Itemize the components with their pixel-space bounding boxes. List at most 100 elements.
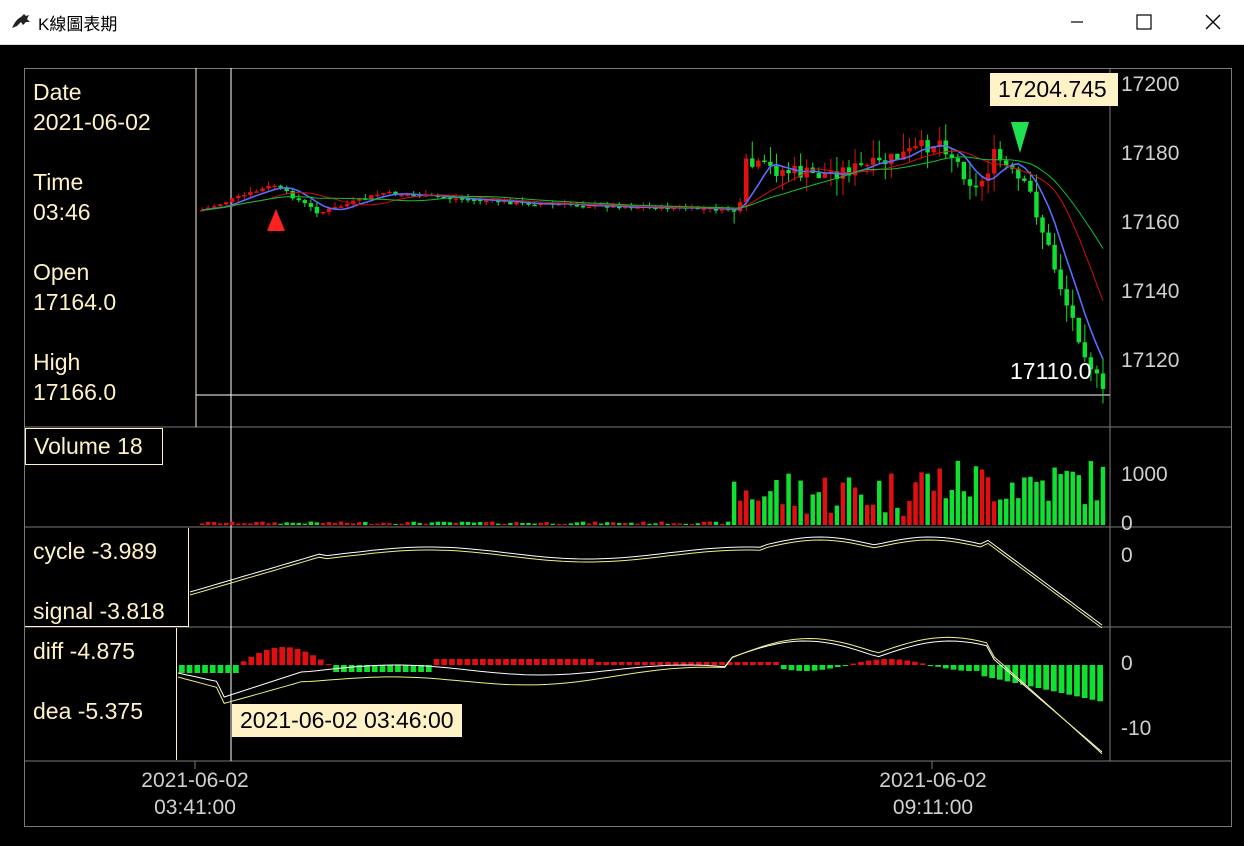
volume-bar <box>997 499 1003 525</box>
macd-bar <box>873 659 880 665</box>
signal-label: signal -3.818 <box>33 598 165 624</box>
volume-bar <box>230 521 235 525</box>
info-high: High 17166.0 <box>33 347 116 407</box>
sell-signal-marker[interactable] <box>1011 122 1029 153</box>
macd-bar <box>1035 665 1042 688</box>
candle-body <box>919 140 924 147</box>
volume-bar <box>858 494 864 525</box>
volume-bar <box>483 522 489 525</box>
volume-bar <box>592 521 598 525</box>
macd-bar <box>595 662 602 665</box>
volume-bar <box>877 480 882 525</box>
volume-bar <box>635 523 640 525</box>
cycle-info-box: cycle -3.989 signal -3.818 <box>25 528 189 627</box>
candle-body <box>211 206 217 208</box>
macd-bar <box>557 659 563 665</box>
volume-bar <box>357 522 362 525</box>
candle-body <box>302 200 308 204</box>
volume-bar <box>1028 476 1033 525</box>
candle-body <box>236 195 241 199</box>
macd-bar <box>912 661 918 665</box>
candle-body <box>889 153 894 165</box>
candle-body <box>223 202 229 205</box>
volume-bar <box>695 523 701 525</box>
kline-chart-canvas[interactable] <box>0 45 1244 846</box>
info-high-value: 17166.0 <box>33 379 117 405</box>
macd-bar <box>696 662 702 665</box>
macd-bar <box>395 665 401 672</box>
macd-bar <box>888 659 895 665</box>
macd-bar <box>240 661 247 665</box>
macd-bar <box>402 665 409 672</box>
volume-bar <box>411 521 416 525</box>
macd-bar <box>703 662 710 665</box>
macd-bar <box>672 662 679 665</box>
macd-bar <box>233 665 239 673</box>
info-date-label: Date <box>33 79 82 105</box>
volume-bar <box>792 505 797 525</box>
volume-bar <box>496 523 501 525</box>
volume-bar <box>1022 477 1027 525</box>
macd-bar <box>734 662 741 665</box>
buy-signal-marker[interactable] <box>267 209 285 231</box>
macd-histogram-layer <box>179 647 1103 702</box>
volume-bar <box>810 494 815 525</box>
candle-body <box>320 212 326 214</box>
candle-body <box>272 185 277 188</box>
macd-bar <box>773 662 779 665</box>
candle-body <box>997 149 1003 161</box>
candle-body <box>471 199 477 202</box>
cycle-tick: 0 <box>1121 544 1133 567</box>
macd-bar <box>780 665 787 670</box>
volume-bar <box>465 521 471 525</box>
time-axis-label-2: 2021-06-02 09:11:00 <box>853 767 1013 821</box>
candle-body <box>877 157 882 161</box>
candle-body <box>1028 180 1033 192</box>
info-date-value: 2021-06-02 <box>33 109 151 135</box>
candle-body <box>744 158 749 203</box>
kline-chart-area[interactable]: Date 2021-06-02 Time 03:46 Open 17164.0 … <box>0 45 1244 846</box>
volume-bar <box>417 523 422 525</box>
price-low-label: 17110.0 <box>1010 358 1092 384</box>
macd-bar <box>456 659 463 665</box>
candle-body <box>786 169 791 174</box>
maximize-icon <box>1136 14 1152 30</box>
cycle-line <box>189 536 1103 626</box>
volume-bar <box>332 523 338 525</box>
chart-frame <box>24 68 1232 827</box>
volume-bar <box>1052 467 1057 525</box>
volume-bar <box>399 523 404 525</box>
macd-bar <box>202 665 208 673</box>
macd-bar <box>310 655 316 665</box>
maximize-button[interactable] <box>1121 0 1167 44</box>
macd-bar <box>541 659 548 665</box>
macd-bar <box>348 665 355 672</box>
volume-bar <box>840 482 846 525</box>
volume-bar <box>236 523 241 525</box>
macd-bar <box>279 647 286 665</box>
info-date: Date 2021-06-02 <box>33 77 151 137</box>
macd-bar <box>819 665 826 670</box>
volume-bar <box>550 523 555 525</box>
macd-bar <box>765 662 772 665</box>
volume-bar <box>254 522 259 525</box>
volume-label: Volume 18 <box>25 428 163 465</box>
minimize-button[interactable] <box>1054 0 1100 44</box>
macd-bar <box>271 647 278 665</box>
candle-body <box>1064 289 1069 306</box>
volume-bar <box>949 489 955 525</box>
ma-mid-line <box>201 150 1104 301</box>
volume-bar <box>671 523 676 525</box>
volume-bar <box>199 523 205 525</box>
macd-bar <box>966 665 972 671</box>
candle-body <box>864 164 870 167</box>
close-button[interactable] <box>1190 0 1236 44</box>
volume-bar <box>768 491 773 525</box>
close-icon <box>1205 14 1221 30</box>
volume-bar <box>985 477 991 525</box>
volume-bar <box>737 500 743 525</box>
macd-bar <box>634 662 640 665</box>
volume-bar <box>774 480 779 525</box>
signal-line <box>189 539 1103 629</box>
candle-body <box>816 173 822 178</box>
